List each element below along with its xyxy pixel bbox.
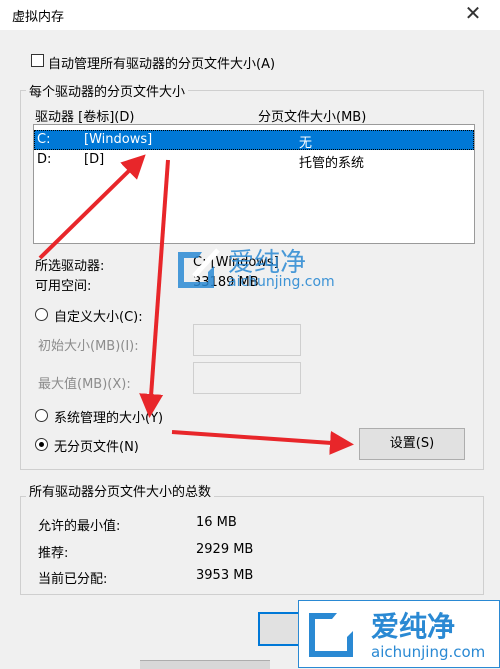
annotation-arrows [38,154,354,455]
arrow-to-no-paging [139,159,170,418]
arrow-to-drive-c [38,154,146,260]
arrow-to-set-button [171,430,354,455]
